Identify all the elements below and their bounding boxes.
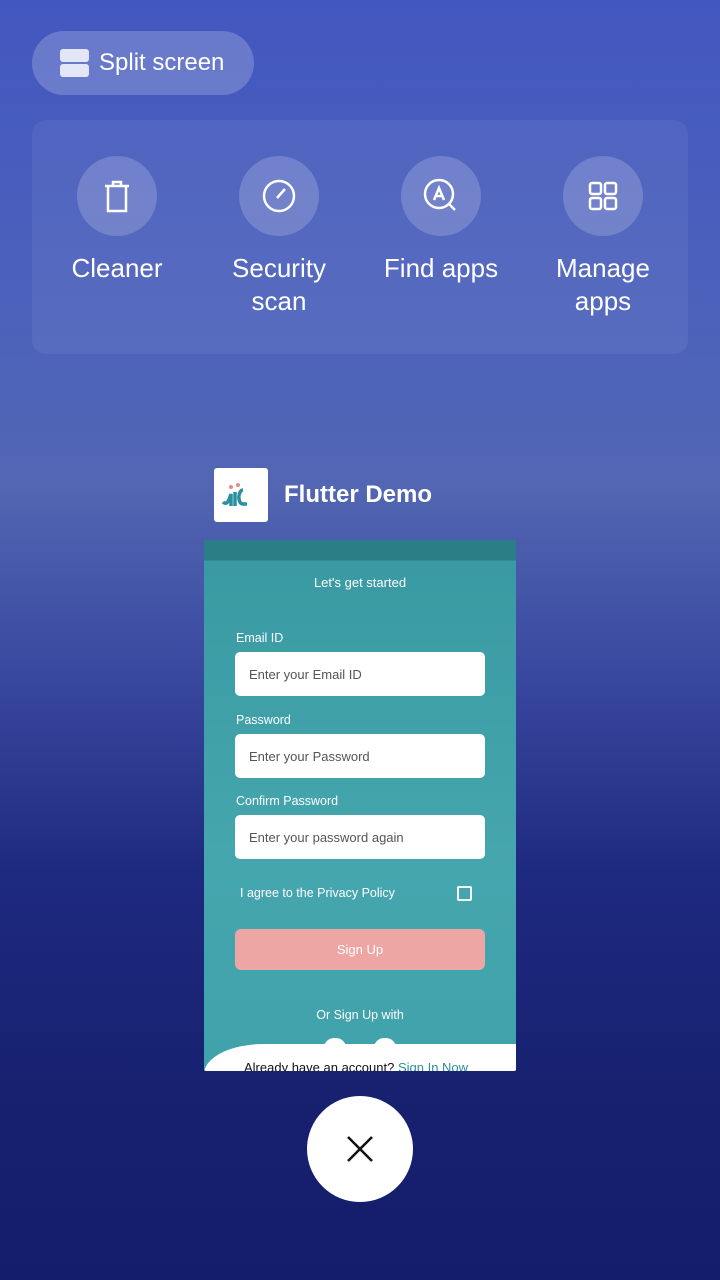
trash-icon bbox=[77, 156, 157, 236]
email-label: Email ID bbox=[236, 631, 284, 645]
tool-find-apps[interactable]: Find apps bbox=[361, 120, 521, 354]
tool-label: Manage apps bbox=[556, 253, 650, 316]
or-signup-with-label: Or Sign Up with bbox=[316, 1008, 404, 1022]
recent-app-header: Flutter Demo bbox=[214, 468, 432, 522]
sign-in-link: Sign In Now bbox=[397, 1060, 469, 1071]
privacy-checkbox bbox=[457, 886, 472, 901]
gauge-icon bbox=[239, 156, 319, 236]
tool-label: Find apps bbox=[383, 253, 499, 283]
password-label: Password bbox=[236, 713, 291, 727]
signin-footer: Already have an account? Sign In Now bbox=[204, 1044, 516, 1071]
tool-label: Cleaner bbox=[71, 253, 163, 283]
have-account-text: Already have an account? bbox=[244, 1060, 395, 1071]
tool-label: Security scan bbox=[232, 253, 326, 316]
grid-icon bbox=[563, 156, 643, 236]
app-preview-card[interactable]: Let's get started Email ID Enter your Em… bbox=[204, 540, 516, 1071]
confirm-password-field: Enter your password again bbox=[235, 815, 485, 859]
signup-button: Sign Up bbox=[235, 929, 485, 970]
close-icon bbox=[347, 1136, 373, 1162]
close-all-button[interactable] bbox=[307, 1096, 413, 1202]
confirm-password-label: Confirm Password bbox=[236, 794, 339, 808]
tool-security-scan[interactable]: Security scan bbox=[199, 120, 359, 354]
app-search-icon bbox=[401, 156, 481, 236]
preview-heading: Let's get started bbox=[313, 575, 407, 590]
split-screen-icon bbox=[60, 49, 89, 77]
privacy-agree-label: I agree to the Privacy Policy bbox=[240, 886, 395, 900]
tool-manage-apps[interactable]: Manage apps bbox=[523, 120, 683, 354]
app-logo-icon bbox=[214, 468, 268, 522]
split-screen-button[interactable]: Split screen bbox=[32, 31, 254, 95]
quick-tools-panel: Cleaner Security scan Find apps Manage a… bbox=[32, 120, 688, 354]
app-title: Flutter Demo bbox=[284, 481, 433, 508]
tool-cleaner[interactable]: Cleaner bbox=[37, 120, 197, 354]
split-screen-label: Split screen bbox=[99, 49, 225, 76]
password-field: Enter your Password bbox=[235, 734, 485, 778]
email-field: Enter your Email ID bbox=[235, 652, 485, 696]
